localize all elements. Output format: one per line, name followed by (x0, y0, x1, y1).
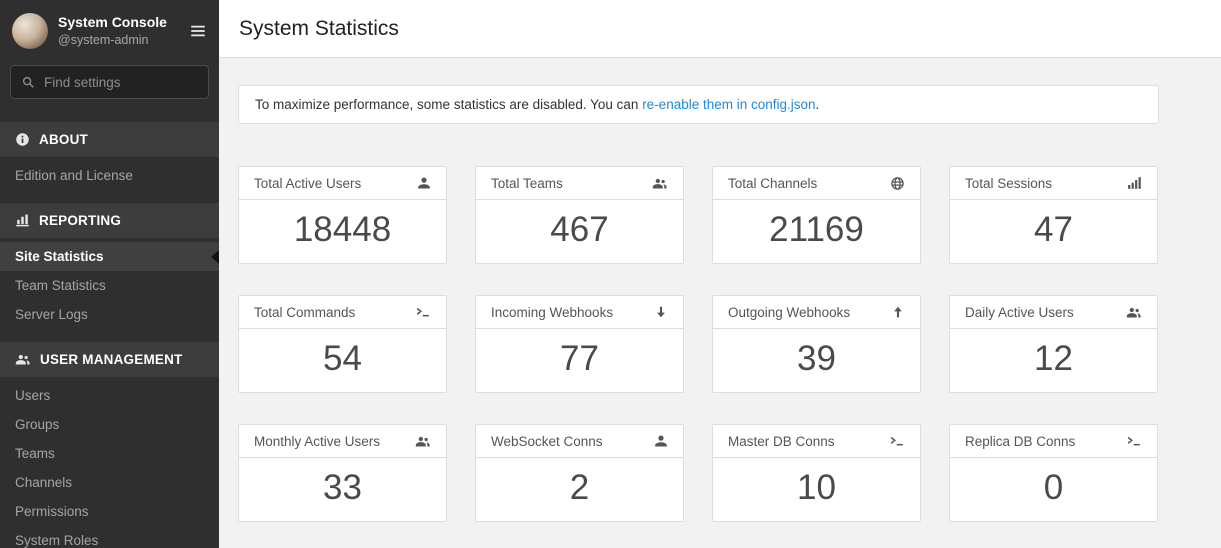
stat-card-title: Total Commands (254, 305, 355, 320)
stat-card-value: 33 (239, 458, 446, 521)
sidebar-nav: ABOUT Edition and License REPORTING Site… (0, 113, 219, 548)
stat-card-title: Total Active Users (254, 176, 361, 191)
sidebar-section-label: USER MANAGEMENT (40, 352, 183, 367)
user-icon (654, 434, 668, 448)
arrow-up-icon (891, 305, 905, 319)
user-icon (417, 176, 431, 190)
globe-icon (890, 176, 905, 191)
stat-card-total-sessions: Total Sessions 47 (949, 166, 1158, 264)
stat-card-value: 54 (239, 329, 446, 392)
sidebar-section-label: ABOUT (39, 132, 88, 147)
main-content: System Statistics To maximize performanc… (219, 0, 1221, 548)
admin-username: @system-admin (58, 32, 167, 49)
stat-card-replica-db-conns: Replica DB Conns 0 (949, 424, 1158, 522)
stat-card-value: 18448 (239, 200, 446, 263)
search-box (0, 59, 219, 113)
stat-card-master-db-conns: Master DB Conns 10 (712, 424, 921, 522)
banner-text-end: . (816, 97, 820, 112)
stat-card-title: Total Teams (491, 176, 563, 191)
sidebar-item-team-statistics[interactable]: Team Statistics (0, 271, 219, 300)
stat-card-daily-active-users: Daily Active Users 12 (949, 295, 1158, 393)
stat-card-value: 467 (476, 200, 683, 263)
stat-card-value: 77 (476, 329, 683, 392)
search-icon (21, 75, 35, 89)
bar-chart-icon (15, 213, 30, 228)
stat-card-title: Monthly Active Users (254, 434, 380, 449)
page-title: System Statistics (239, 17, 399, 40)
sidebar-section-label: REPORTING (39, 213, 121, 228)
stat-card-title: Total Sessions (965, 176, 1052, 191)
stat-card-title: WebSocket Conns (491, 434, 603, 449)
sidebar: System Console @system-admin ABOUT Editi… (0, 0, 219, 548)
page-header: System Statistics (219, 0, 1221, 58)
sidebar-item-channels[interactable]: Channels (0, 468, 219, 497)
sidebar-section-user-management[interactable]: USER MANAGEMENT (0, 342, 219, 377)
stat-card-outgoing-webhooks: Outgoing Webhooks 39 (712, 295, 921, 393)
sidebar-header: System Console @system-admin (0, 0, 219, 59)
stat-card-title: Outgoing Webhooks (728, 305, 850, 320)
terminal-icon (889, 434, 905, 448)
stat-card-value: 12 (950, 329, 1157, 392)
sidebar-item-server-logs[interactable]: Server Logs (0, 300, 219, 329)
stat-card-value: 47 (950, 200, 1157, 263)
stat-card-monthly-active-users: Monthly Active Users 33 (238, 424, 447, 522)
console-identity: System Console @system-admin (58, 13, 167, 49)
stat-card-title: Master DB Conns (728, 434, 835, 449)
sidebar-item-site-statistics[interactable]: Site Statistics (0, 242, 219, 271)
info-icon (15, 132, 30, 147)
stat-card-websocket-conns: WebSocket Conns 2 (475, 424, 684, 522)
sidebar-item-groups[interactable]: Groups (0, 410, 219, 439)
stat-card-title: Incoming Webhooks (491, 305, 613, 320)
banner-text: To maximize performance, some statistics… (255, 97, 642, 112)
sidebar-group-reporting: Site Statistics Team Statistics Server L… (0, 238, 219, 333)
sidebar-group-about: Edition and License (0, 157, 219, 194)
console-title: System Console (58, 13, 167, 32)
sidebar-group-user-management: Users Groups Teams Channels Permissions … (0, 377, 219, 548)
stat-card-total-active-users: Total Active Users 18448 (238, 166, 447, 264)
terminal-icon (415, 305, 431, 319)
sidebar-item-teams[interactable]: Teams (0, 439, 219, 468)
sidebar-item-system-roles[interactable]: System Roles (0, 526, 219, 548)
stat-card-value: 0 (950, 458, 1157, 521)
sidebar-item-users[interactable]: Users (0, 381, 219, 410)
stat-card-value: 10 (713, 458, 920, 521)
stat-card-value: 2 (476, 458, 683, 521)
users-icon (652, 176, 668, 191)
stat-card-title: Replica DB Conns (965, 434, 1075, 449)
signal-icon (1127, 176, 1142, 190)
config-json-link[interactable]: re-enable them in config.json (642, 97, 815, 112)
performance-banner: To maximize performance, some statistics… (238, 85, 1159, 124)
avatar[interactable] (12, 13, 48, 49)
stat-card-total-teams: Total Teams 467 (475, 166, 684, 264)
stats-grid: Total Active Users 18448 Total Teams 467… (238, 166, 1221, 522)
sidebar-item-permissions[interactable]: Permissions (0, 497, 219, 526)
arrow-down-icon (654, 305, 668, 319)
stat-card-title: Daily Active Users (965, 305, 1074, 320)
users-icon (415, 434, 431, 449)
stat-card-value: 21169 (713, 200, 920, 263)
stat-card-value: 39 (713, 329, 920, 392)
sidebar-item-edition-and-license[interactable]: Edition and License (0, 161, 219, 190)
stat-card-total-commands: Total Commands 54 (238, 295, 447, 393)
stat-card-title: Total Channels (728, 176, 817, 191)
sidebar-section-about[interactable]: ABOUT (0, 122, 219, 157)
search-input[interactable] (10, 65, 209, 99)
menu-icon[interactable] (189, 22, 207, 40)
stat-card-incoming-webhooks: Incoming Webhooks 77 (475, 295, 684, 393)
terminal-icon (1126, 434, 1142, 448)
statistics-content: To maximize performance, some statistics… (219, 58, 1221, 522)
stat-card-total-channels: Total Channels 21169 (712, 166, 921, 264)
users-icon (15, 352, 31, 367)
sidebar-section-reporting[interactable]: REPORTING (0, 203, 219, 238)
users-icon (1126, 305, 1142, 320)
